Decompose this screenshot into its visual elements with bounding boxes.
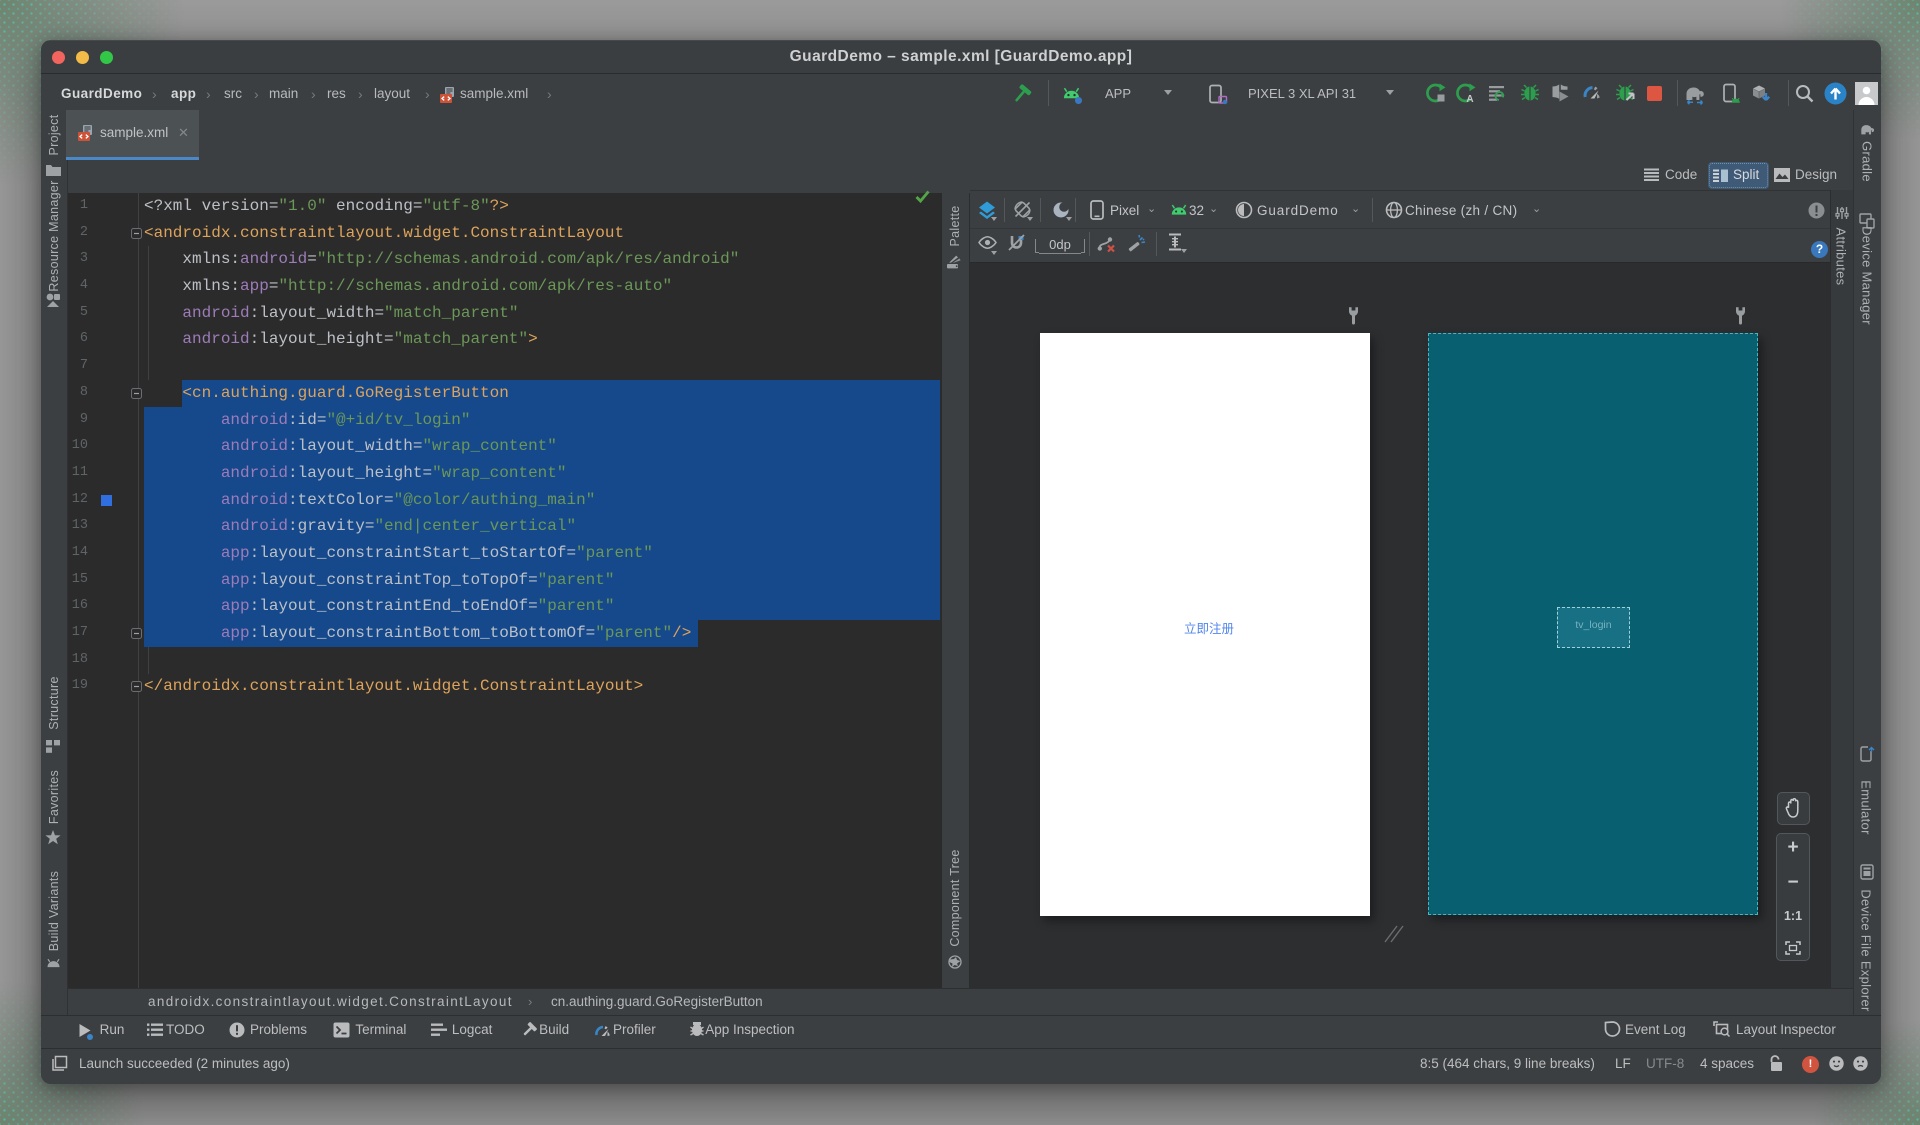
- svg-text:A: A: [1466, 94, 1473, 105]
